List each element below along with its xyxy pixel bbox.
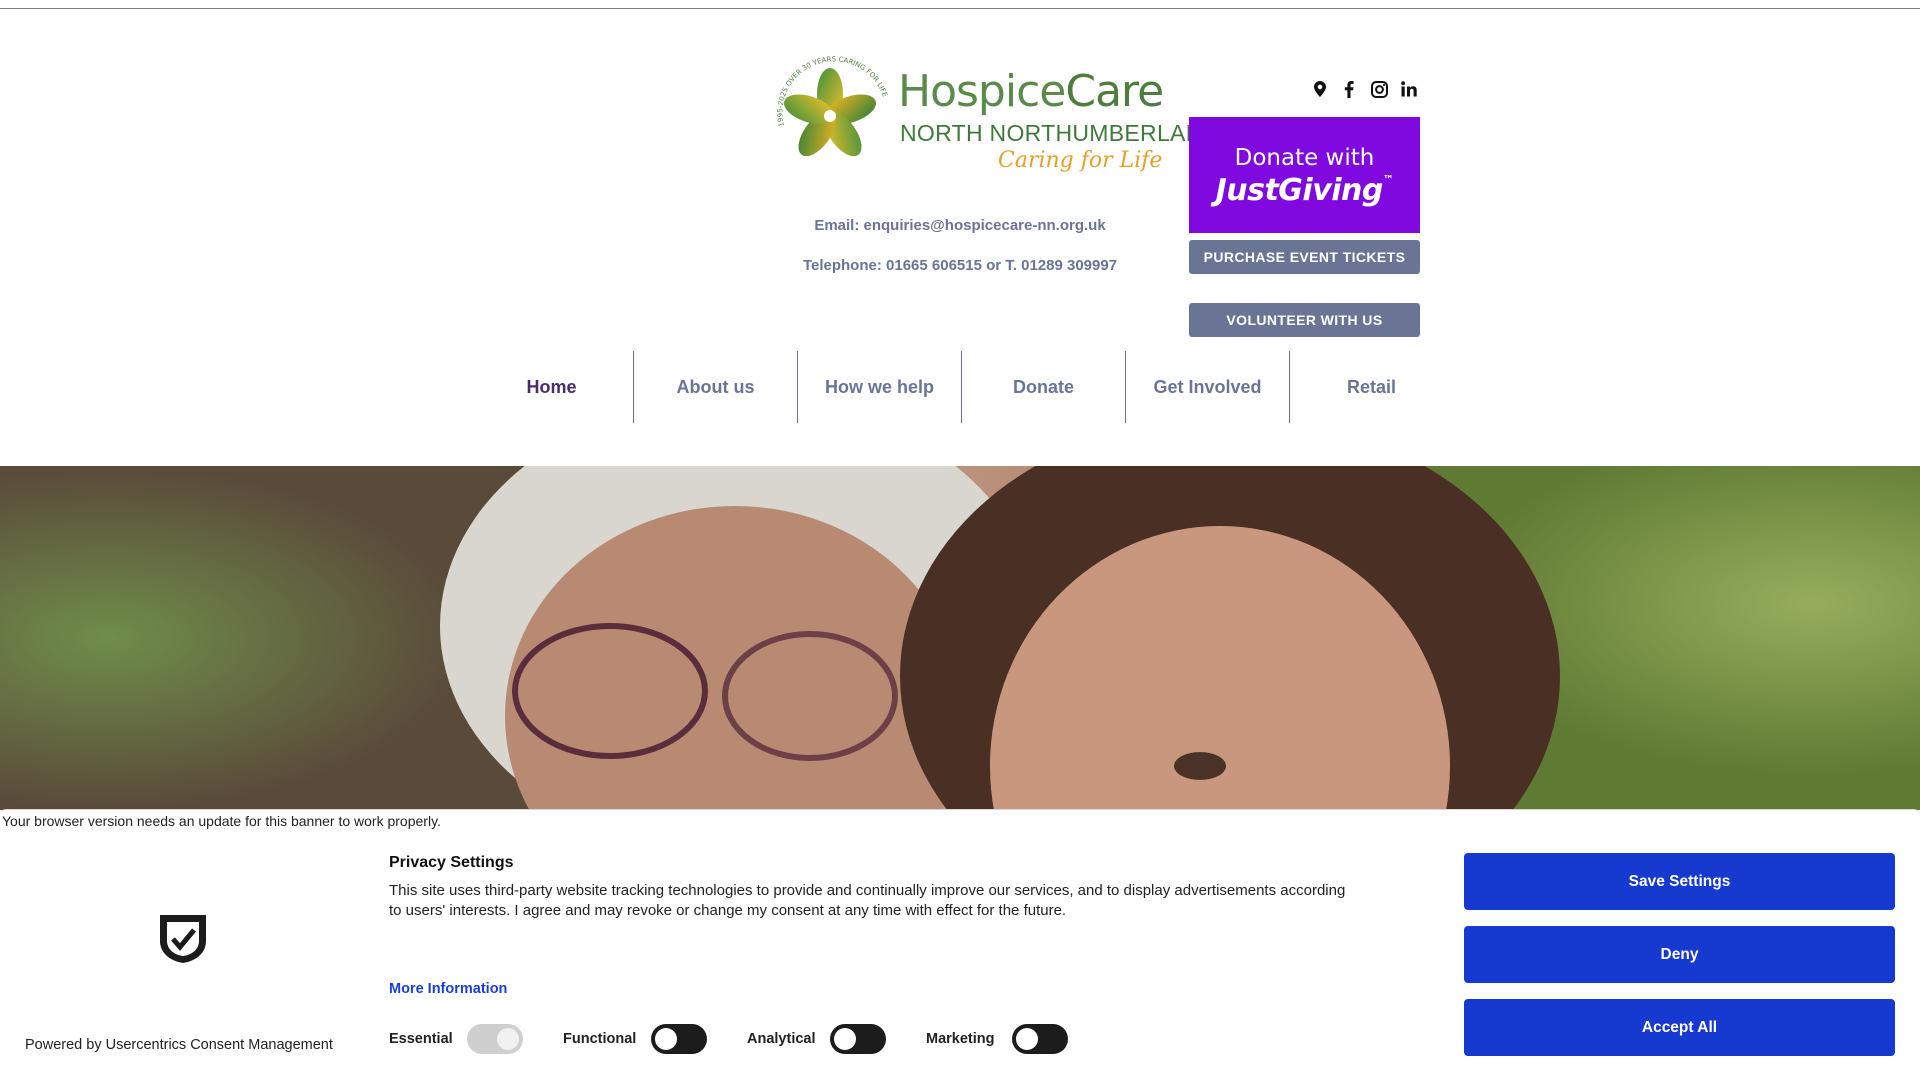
privacy-settings-text: This site uses third-party website track… [389,882,1346,919]
purchase-event-tickets-button[interactable]: PURCHASE EVENT TICKETS [1189,240,1420,274]
hero-image [0,466,1920,810]
consent-banner: Your browser version needs an update for… [0,809,1920,1080]
nav-item-get-involved[interactable]: Get Involved [1126,351,1289,423]
deny-button[interactable]: Deny [1464,926,1895,983]
nav-item-about-us[interactable]: About us [634,351,797,423]
more-information-link[interactable]: More Information [389,981,507,997]
telephone-link[interactable]: Telephone: 01665 606515 or T. 01289 3099… [760,257,1160,274]
privacy-settings-title: Privacy Settings [389,854,514,871]
toggle-label-marketing: Marketing [926,1031,995,1047]
hospicecare-logo[interactable]: 1995-2025 OVER 30 YEARS CARING FOR LIFE … [766,48,1219,178]
browser-warning-text: Your browser version needs an update for… [2,813,441,829]
volunteer-button[interactable]: VOLUNTEER WITH US [1189,303,1420,337]
nav-item-donate[interactable]: Donate [962,351,1125,423]
accept-all-button[interactable]: Accept All [1464,999,1895,1056]
justgiving-logo-text: JustGiving™ [1215,173,1394,208]
toggle-label-essential: Essential [389,1031,453,1047]
nav-item-retail[interactable]: Retail [1290,351,1453,423]
instagram-icon[interactable] [1370,80,1388,98]
email-link[interactable]: Email: enquiries@hospicecare-nn.org.uk [760,217,1160,234]
donate-justgiving-banner[interactable]: Donate with JustGiving™ [1189,117,1420,233]
flower-emblem-icon: 1995-2025 OVER 30 YEARS CARING FOR LIFE [776,55,889,157]
nav-item-home[interactable]: Home [470,351,633,423]
justgiving-line1: Donate with [1234,145,1375,171]
linkedin-icon[interactable] [1400,80,1418,98]
main-navigation: Home About us How we help Donate Get Inv… [470,351,1453,423]
logo-name: HospiceCare [898,66,1164,117]
powered-by-link[interactable]: Powered by Usercentrics Consent Manageme… [25,1037,333,1053]
save-settings-button[interactable]: Save Settings [1464,853,1895,910]
top-divider [0,8,1920,9]
toggle-essential [467,1024,523,1054]
nav-item-how-we-help[interactable]: How we help [798,351,961,423]
toggle-functional[interactable] [651,1024,707,1054]
toggle-label-functional: Functional [563,1031,637,1047]
shield-check-icon [160,915,206,963]
logo-tagline: Caring for Life [998,148,1163,173]
toggle-marketing[interactable] [1012,1024,1068,1054]
facebook-icon[interactable] [1340,80,1358,98]
logo-subtitle: NORTH NORTHUMBERLAND [900,120,1220,146]
location-pin-icon[interactable] [1311,80,1329,98]
toggle-analytical[interactable] [830,1024,886,1054]
toggle-label-analytical: Analytical [747,1031,816,1047]
